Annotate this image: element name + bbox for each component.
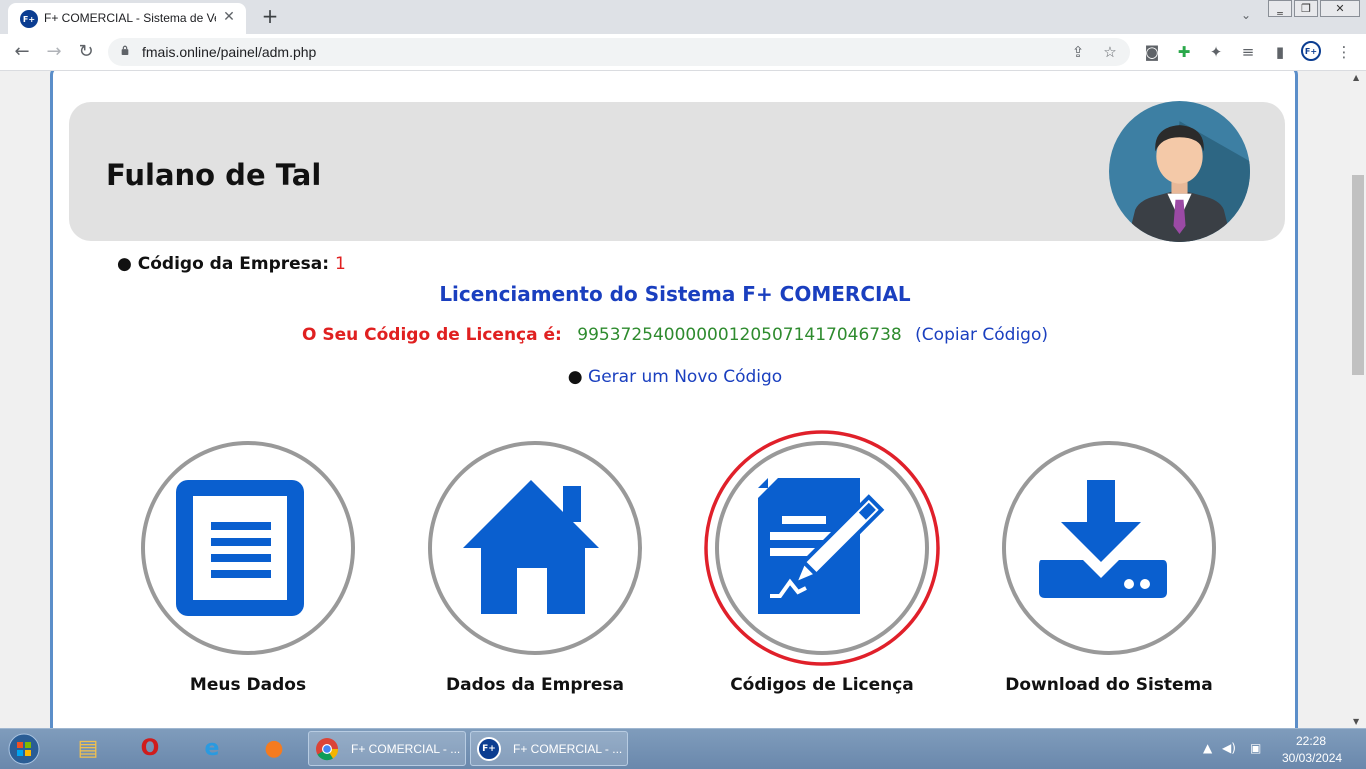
scroll-up-arrow-icon[interactable]: ▲	[1353, 73, 1359, 82]
plus-extension-icon[interactable]: ✚	[1174, 42, 1194, 62]
scroll-down-arrow-icon[interactable]: ▼	[1353, 717, 1359, 726]
scroll-thumb[interactable]	[1352, 175, 1364, 375]
bullet: ●	[567, 367, 583, 387]
license-code-label: O Seu Código de Licença é:	[301, 325, 562, 345]
file-explorer-icon[interactable]: ▤	[68, 733, 108, 765]
bullet: ●	[117, 254, 132, 274]
volume-icon[interactable]: ◀)	[1222, 741, 1236, 755]
open-paren: (	[915, 325, 922, 345]
browser-toolbar: ← → ↻ fmais.online/painel/adm.php ⇪ ☆ ◙ …	[0, 34, 1366, 71]
restore-button[interactable]: ❐	[1294, 0, 1318, 17]
close-paren: )	[1041, 325, 1049, 345]
taskbar-item-fplus[interactable]: F+ F+ COMERCIAL - ...	[470, 731, 628, 766]
extensions-puzzle-icon[interactable]: ✦	[1206, 42, 1226, 62]
clock-time[interactable]: 22:28	[1296, 734, 1326, 748]
profile-header: Fulano de Tal	[69, 101, 1285, 242]
user-avatar	[1109, 101, 1250, 242]
fplus-app-icon: F+	[477, 737, 501, 761]
generate-code-line: ● Gerar um Novo Código	[53, 367, 1297, 387]
license-section-title: Licenciamento do Sistema F+ COMERCIAL	[439, 282, 911, 306]
profile-avatar-icon[interactable]: F+	[1301, 41, 1321, 61]
tab-title: F+ COMERCIAL - Sistema de Vendas	[44, 11, 216, 25]
internet-explorer-icon[interactable]: e	[192, 733, 232, 765]
side-panel-icon[interactable]: ▮	[1270, 42, 1290, 62]
copy-code-group: (Copiar Código)	[915, 325, 1048, 345]
tile-label: Meus Dados	[189, 675, 307, 695]
camera-extension-icon[interactable]: ◙	[1142, 42, 1162, 62]
tile-label: Dados da Empresa	[445, 675, 625, 695]
taskbar-item-chrome[interactable]: F+ COMERCIAL - ...	[308, 731, 466, 766]
forward-button[interactable]: →	[42, 40, 66, 64]
browser-tab[interactable]: F+ F+ COMERCIAL - Sistema de Vendas ✕	[8, 3, 246, 34]
user-name: Fulano de Tal	[106, 158, 322, 192]
company-code-value: 1	[334, 254, 346, 274]
tab-search-chevron-icon[interactable]: ⌄	[1236, 8, 1256, 26]
tile-codigos-licenca[interactable]: Códigos de Licença	[704, 430, 940, 698]
copy-code-link[interactable]: Copiar Código	[922, 325, 1042, 345]
tile-download-sistema[interactable]: Download do Sistema	[999, 438, 1219, 698]
address-bar[interactable]: fmais.online/painel/adm.php ⇪ ☆	[108, 38, 1130, 66]
tab-strip: F+ F+ COMERCIAL - Sistema de Vendas ✕ + …	[0, 0, 1366, 34]
start-button[interactable]	[4, 732, 44, 766]
bookmark-star-icon[interactable]: ☆	[1100, 42, 1120, 62]
site-favicon-icon: F+	[20, 10, 38, 28]
document-icon[interactable]	[138, 438, 358, 658]
page-viewport: Fulano de Tal ● Código da Empresa: 1 Lic…	[0, 71, 1350, 728]
vertical-scrollbar[interactable]: ▲ ▼	[1350, 71, 1366, 728]
lock-icon	[121, 45, 129, 55]
tile-dados-empresa[interactable]: Dados da Empresa	[425, 438, 645, 698]
taskbar-item-label: F+ COMERCIAL - ...	[513, 742, 623, 756]
windows-taskbar: ▤ O e ● F+ COMERCIAL - ... F+ F+ COMERCI…	[0, 728, 1366, 769]
tile-label: Download do Sistema	[1005, 675, 1213, 695]
license-sign-icon[interactable]	[704, 430, 940, 666]
download-icon[interactable]	[999, 438, 1219, 658]
admin-panel: Fulano de Tal ● Código da Empresa: 1 Lic…	[50, 71, 1298, 728]
license-code-line: O Seu Código de Licença é: 9953725400000…	[53, 325, 1297, 345]
company-code-line: ● Código da Empresa: 1	[117, 254, 346, 274]
share-icon[interactable]: ⇪	[1068, 42, 1088, 62]
chrome-icon	[316, 738, 339, 761]
browser-menu-icon[interactable]: ⋮	[1334, 42, 1354, 62]
firefox-icon[interactable]: ●	[254, 733, 294, 765]
media-queue-icon[interactable]: ≡	[1238, 42, 1258, 62]
reload-button[interactable]: ↻	[74, 40, 98, 64]
house-icon[interactable]	[425, 438, 645, 658]
back-button[interactable]: ←	[10, 40, 34, 64]
close-window-button[interactable]: ✕	[1320, 0, 1360, 17]
new-tab-button[interactable]: +	[258, 5, 282, 29]
tray-expand-icon[interactable]: ▲	[1203, 741, 1212, 755]
license-code-value: 995372540000001205071417046738	[577, 325, 902, 345]
minimize-button[interactable]: ‗	[1268, 0, 1292, 17]
opera-icon[interactable]: O	[130, 733, 170, 765]
taskbar-item-label: F+ COMERCIAL - ...	[351, 742, 461, 756]
network-icon[interactable]: ▣	[1250, 741, 1261, 755]
generate-new-code-link[interactable]: Gerar um Novo Código	[588, 367, 782, 387]
clock-date[interactable]: 30/03/2024	[1282, 751, 1342, 765]
tile-meus-dados[interactable]: Meus Dados	[138, 438, 358, 698]
company-code-label: Código da Empresa:	[137, 254, 330, 274]
tab-close-icon[interactable]: ✕	[220, 8, 238, 26]
tile-label: Códigos de Licença	[730, 675, 914, 695]
url-text: fmais.online/painel/adm.php	[142, 44, 317, 60]
